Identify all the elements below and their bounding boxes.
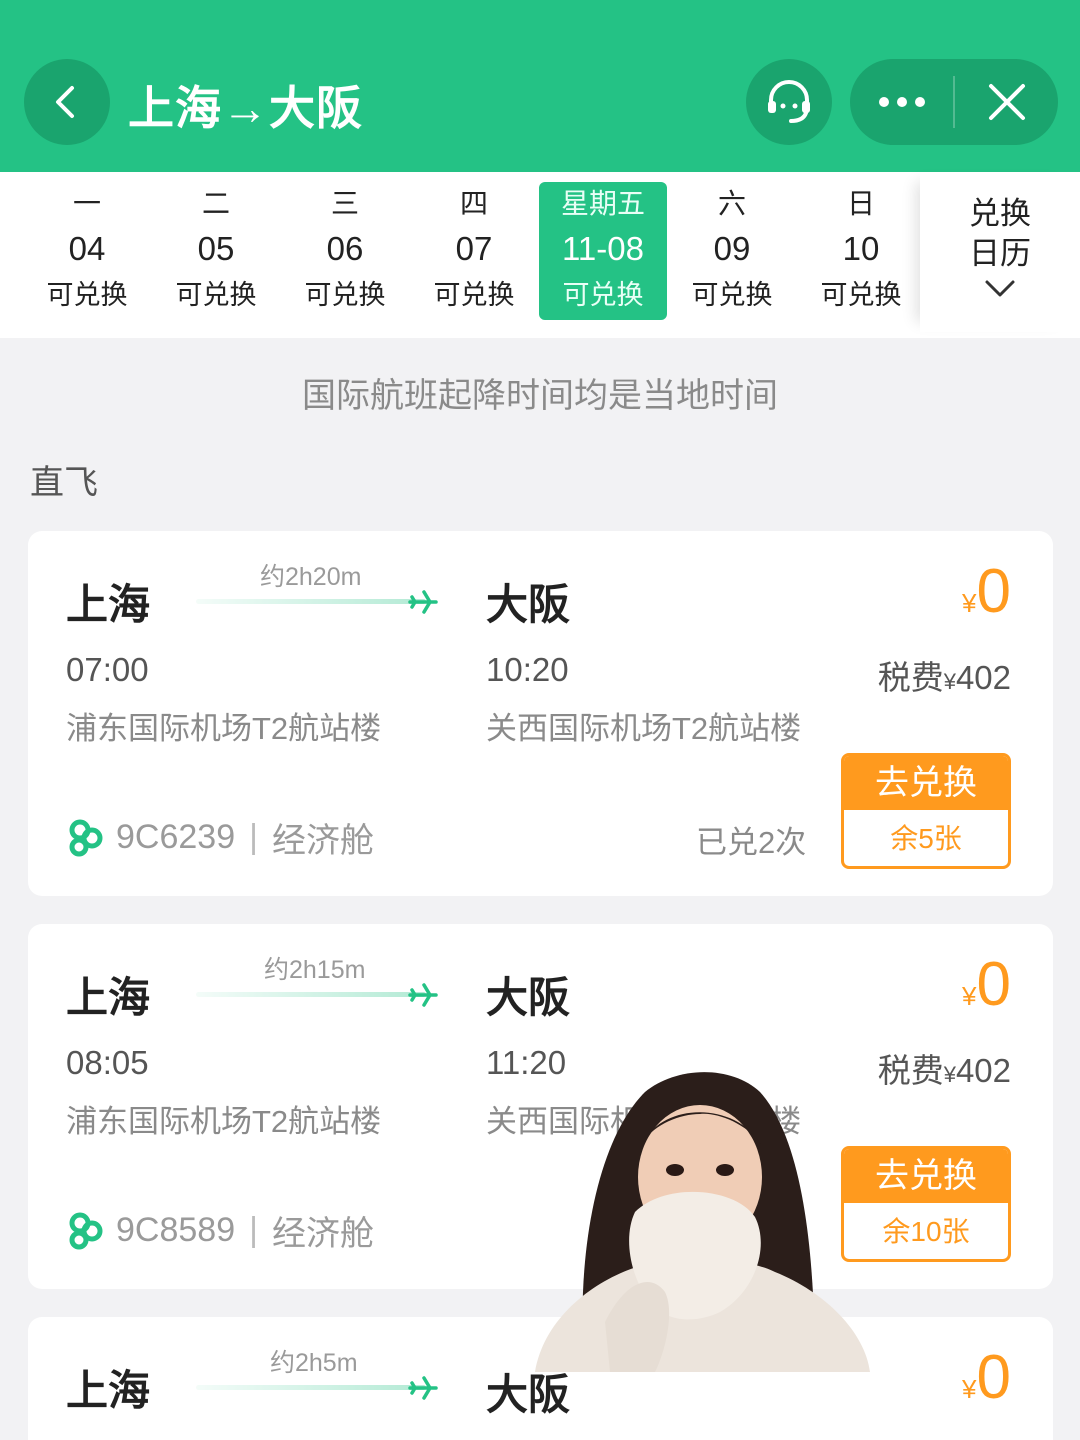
page-title: 上海→大阪 (128, 82, 363, 134)
date-day: 09 (713, 230, 751, 267)
price-currency: ¥ (962, 981, 977, 1011)
tax-currency: ¥ (943, 1062, 956, 1087)
arrival-airport: 关西国际机场T2航站楼 (486, 711, 802, 746)
date-status: 可兑换 (175, 280, 257, 310)
date-status: 可兑换 (562, 280, 644, 310)
person-overlay-image (535, 1072, 870, 1372)
remaining-tickets: 余5张 (890, 823, 962, 854)
more-dots-icon (878, 97, 925, 107)
departure-airport: 浦东国际机场T2航站楼 (66, 1104, 382, 1139)
arrival-city: 大阪 (486, 581, 571, 628)
tax-label: 税费 (877, 659, 944, 696)
flight-duration: 约2h5m (270, 1349, 358, 1377)
price-value: 0 (976, 950, 1011, 1019)
plane-icon (408, 983, 438, 1007)
tax-currency: ¥ (943, 669, 956, 694)
date-day: 05 (197, 230, 235, 267)
date-day: 07 (455, 230, 493, 267)
flight-duration: 约2h15m (264, 956, 366, 984)
arrival-city: 大阪 (486, 974, 571, 1021)
date-status: 可兑换 (433, 280, 515, 310)
price-currency: ¥ (962, 1374, 977, 1404)
departure-city: 上海 (66, 974, 151, 1021)
date-weekday: 六 (717, 188, 746, 219)
date-tab-05[interactable]: 二 05 可兑换 (152, 182, 280, 320)
cabin-class: 经济舱 (271, 822, 374, 860)
date-weekday: 一 (72, 188, 101, 219)
date-status: 可兑换 (304, 280, 386, 310)
date-tab-06[interactable]: 三 06 可兑换 (281, 182, 409, 320)
date-status: 可兑换 (691, 280, 773, 310)
date-tab-08-selected[interactable]: 星期五 11-08 可兑换 (539, 182, 667, 320)
close-button[interactable] (955, 59, 1058, 145)
date-tab-10[interactable]: 日 10 可兑换 (797, 182, 925, 320)
route-line (196, 992, 426, 997)
flight-info: 9C6239 | 经济舱 (66, 813, 374, 862)
departure-city: 上海 (66, 581, 151, 628)
price-value: 0 (976, 557, 1011, 626)
back-button[interactable] (24, 59, 110, 145)
route-line (196, 1385, 426, 1390)
close-icon (988, 84, 1025, 120)
departure-time: 08:05 (66, 1044, 149, 1081)
chevron-down-icon (985, 280, 1015, 297)
date-weekday: 四 (459, 188, 488, 219)
calendar-label-line1: 兑换 (969, 196, 1031, 231)
timezone-notice: 国际航班起降时间均是当地时间 (302, 377, 778, 415)
price: ¥0 (962, 1347, 1011, 1409)
flight-number: 9C8589 (116, 1211, 236, 1249)
divider: | (249, 818, 258, 856)
tax: 税费¥402 (878, 1044, 1011, 1092)
arrival-time: 10:20 (486, 651, 569, 688)
tax: 税费¥402 (878, 651, 1011, 699)
tax-label: 税费 (877, 1052, 944, 1089)
flight-duration: 约2h20m (260, 563, 362, 591)
departure-city: 上海 (66, 1367, 151, 1414)
departure-airport: 浦东国际机场T2航站楼 (66, 711, 382, 746)
date-tab-07[interactable]: 四 07 可兑换 (410, 182, 538, 320)
flight-number: 9C6239 (116, 818, 236, 856)
flight-info: 9C8589 | 经济舱 (66, 1206, 374, 1255)
airline-logo-icon (69, 819, 103, 856)
redeemed-count: 已兑2次 (696, 825, 807, 860)
calendar-label-line2: 日历 (969, 236, 1031, 271)
price-currency: ¥ (962, 588, 977, 618)
section-label-direct: 直飞 (30, 464, 98, 502)
date-day: 04 (68, 230, 106, 267)
airline-logo-icon (69, 1212, 103, 1249)
tax-value: 402 (955, 659, 1011, 696)
date-tab-09[interactable]: 六 09 可兑换 (668, 182, 796, 320)
date-weekday: 星期五 (560, 188, 645, 219)
price-value: 0 (976, 1343, 1011, 1412)
date-selector: 一 04 可兑换 二 05 可兑换 三 06 可兑换 四 07 可兑换 星期五 … (0, 172, 1080, 338)
redeem-button-label: 去兑换 (844, 756, 1008, 810)
date-day: 06 (326, 230, 364, 267)
date-tab-04[interactable]: 一 04 可兑换 (23, 182, 151, 320)
redeem-button[interactable]: 去兑换 余5张 (841, 753, 1011, 869)
date-day: 11-08 (562, 230, 644, 267)
date-status: 可兑换 (46, 280, 128, 310)
chevron-left-icon (56, 86, 74, 118)
divider: | (249, 1211, 258, 1249)
tax-value: 402 (955, 1052, 1011, 1089)
more-button[interactable] (850, 59, 953, 145)
date-day: 10 (842, 230, 880, 267)
price: ¥0 (962, 954, 1011, 1016)
route-line (196, 599, 426, 604)
date-weekday: 三 (330, 188, 359, 219)
cabin-class: 经济舱 (271, 1215, 374, 1253)
mini-program-capsule (850, 59, 1058, 145)
date-weekday: 二 (201, 188, 230, 219)
customer-service-button[interactable] (746, 59, 832, 145)
date-weekday: 日 (846, 188, 875, 219)
plane-icon (408, 590, 438, 614)
price: ¥0 (962, 561, 1011, 623)
top-bar: 上海→大阪 (0, 0, 1080, 172)
departure-time: 07:00 (66, 651, 149, 688)
redeem-calendar-button[interactable]: 兑换 日历 (920, 172, 1080, 332)
flight-card[interactable]: 上海 约2h20m 大阪 ¥0 07:00 10:20 税费¥402 浦东国际机… (28, 531, 1053, 896)
date-status: 可兑换 (820, 280, 902, 310)
headset-icon (768, 80, 810, 123)
plane-icon (408, 1376, 438, 1400)
